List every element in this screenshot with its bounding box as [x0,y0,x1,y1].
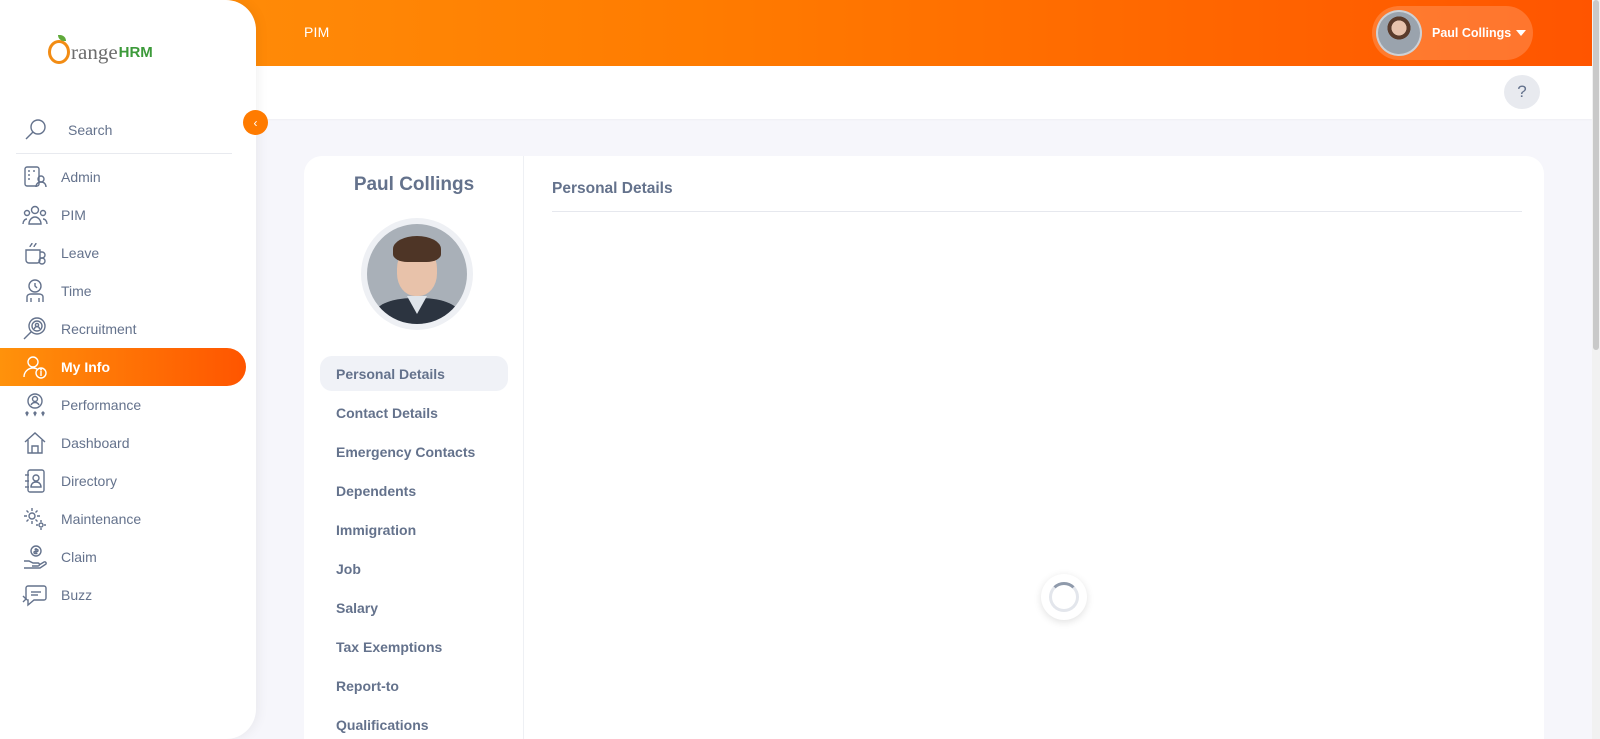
time-icon [26,279,44,302]
sidebar-item-time[interactable]: Time [0,272,246,310]
user-dropdown[interactable]: Paul Collings [1372,6,1533,60]
section-title: Personal Details [552,180,673,197]
tab-qualifications[interactable]: Qualifications [320,707,508,739]
pim-icon [22,205,48,225]
tab-report-to[interactable]: Report-to [320,668,508,703]
sidebar-item-claim[interactable]: Claim [0,538,246,576]
tab-dependents[interactable]: Dependents [320,473,508,508]
sidebar-item-my-info[interactable]: My Info [0,348,246,386]
user-avatar [1376,10,1422,56]
sidebar: range HRM Search Admin PIM Leave Time Re… [0,0,256,739]
sidebar-nav: Admin PIM Leave Time Recruitment My Info… [0,158,246,614]
tab-salary[interactable]: Salary [320,590,508,625]
collapse-sidebar-button[interactable]: ‹ [243,110,268,135]
sidebar-item-dashboard[interactable]: Dashboard [0,424,246,462]
page-scrollbar[interactable] [1592,0,1600,739]
admin-icon [24,166,47,188]
caret-down-icon [1516,30,1527,36]
performance-icon [25,393,45,417]
scrollbar-thumb[interactable] [1593,0,1599,350]
sidebar-item-performance[interactable]: Performance [0,386,246,424]
spinner-icon [1049,582,1079,612]
sidebar-search[interactable]: Search [16,106,232,154]
divider [552,211,1522,212]
employee-card: Paul Collings Personal Details Contact D… [304,156,1544,739]
maintenance-icon [24,508,46,530]
employee-name: Paul Collings [353,174,475,195]
claim-icon [24,545,47,569]
tab-contact-details[interactable]: Contact Details [320,395,508,430]
orangehrm-logo[interactable]: range HRM [48,32,153,64]
sidebar-item-directory[interactable]: Directory [0,462,246,500]
avatar [367,224,467,324]
tab-immigration[interactable]: Immigration [320,512,508,547]
sidebar-item-leave[interactable]: Leave [0,234,246,272]
tab-personal-details[interactable]: Personal Details [320,356,508,391]
my-info-icon [23,356,47,379]
profile-column: Paul Collings Personal Details Contact D… [304,156,524,739]
dashboard-icon [24,432,46,454]
sidebar-item-pim[interactable]: PIM [0,196,246,234]
sidebar-item-maintenance[interactable]: Maintenance [0,500,246,538]
loading-spinner [1041,574,1087,620]
recruitment-icon [23,317,46,340]
user-name: Paul Collings [1432,26,1512,40]
tab-emergency-contacts[interactable]: Emergency Contacts [320,434,508,469]
tab-job[interactable]: Job [320,551,508,586]
sidebar-item-recruitment[interactable]: Recruitment [0,310,246,348]
sidebar-item-buzz[interactable]: Buzz [0,576,246,614]
module-title: PIM [304,24,330,40]
employee-tabs: Personal Details Contact Details Emergen… [320,356,508,739]
search-input[interactable]: Search [68,122,112,138]
help-button[interactable]: ? [1504,75,1540,109]
leave-icon [25,242,46,265]
search-icon [25,118,46,139]
orange-logo-icon [48,35,70,64]
tab-tax-exemptions[interactable]: Tax Exemptions [320,629,508,664]
profile-photo[interactable] [361,218,473,330]
buzz-icon [22,585,47,607]
directory-icon [25,469,45,493]
sidebar-item-admin[interactable]: Admin [0,158,246,196]
chevron-left-icon: ‹ [253,115,258,130]
